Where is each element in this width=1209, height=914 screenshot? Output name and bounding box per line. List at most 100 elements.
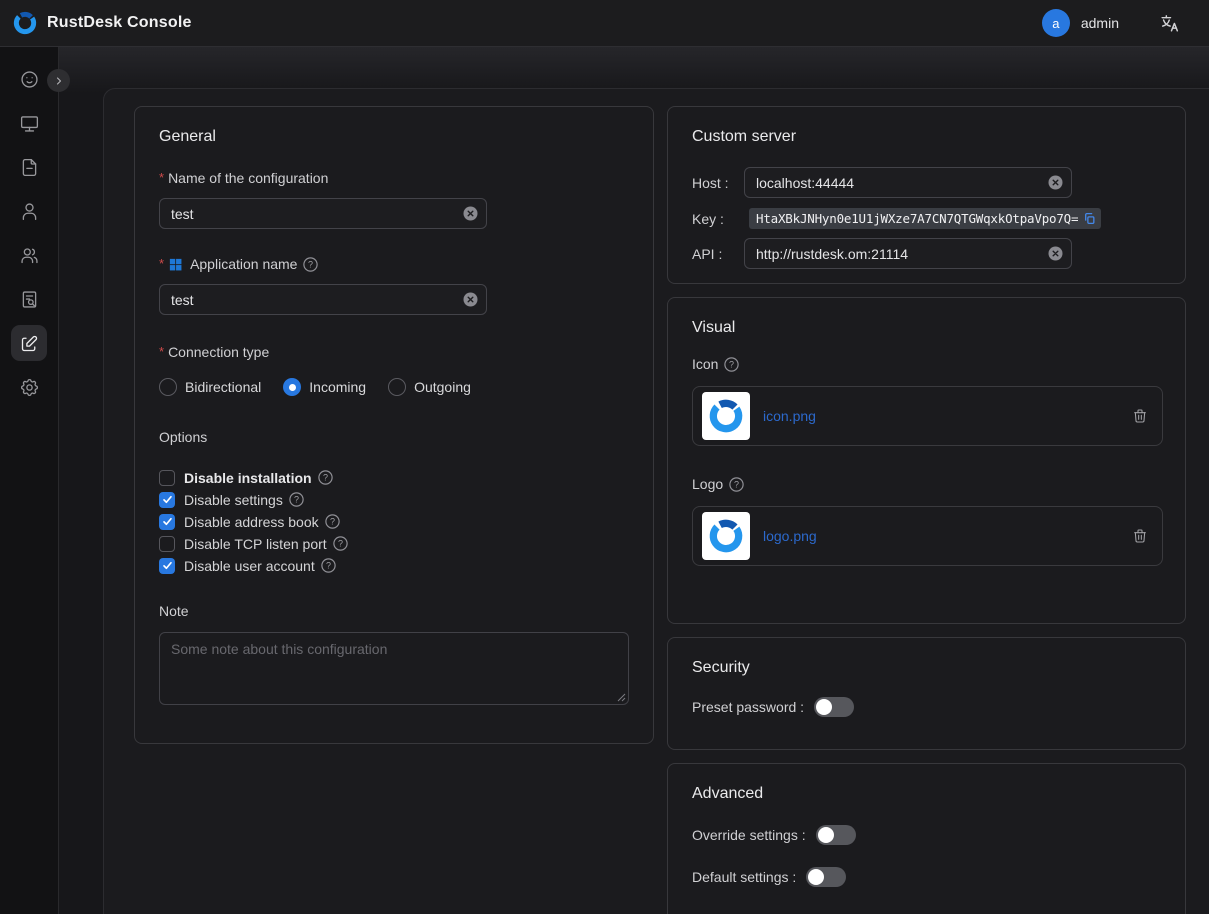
- help-icon[interactable]: ?: [318, 470, 333, 485]
- audit-log-icon: [19, 289, 40, 310]
- checkbox[interactable]: [159, 536, 175, 552]
- radio-outgoing[interactable]: Outgoing: [388, 378, 471, 396]
- clear-circle-icon: [463, 206, 478, 221]
- sidebar-item-audit[interactable]: [7, 277, 51, 321]
- host-field: [744, 167, 1072, 198]
- help-icon[interactable]: ?: [289, 492, 304, 507]
- clear-name-button[interactable]: [463, 206, 478, 221]
- radio-circle[interactable]: [159, 378, 177, 396]
- required-asterisk: *: [159, 170, 164, 183]
- help-icon[interactable]: ?: [729, 477, 744, 492]
- help-icon[interactable]: ?: [325, 514, 340, 529]
- resize-handle-icon[interactable]: [617, 693, 626, 702]
- app-name-label: * Application name ?: [159, 256, 629, 273]
- host-row: Host :: [692, 167, 1161, 198]
- host-input[interactable]: [744, 167, 1072, 198]
- username[interactable]: admin: [1081, 15, 1119, 31]
- language-switch-button[interactable]: [1159, 12, 1181, 34]
- override-settings-row: Override settings :: [692, 825, 1161, 845]
- copy-key-button[interactable]: [1083, 212, 1096, 225]
- preset-password-toggle[interactable]: [814, 697, 854, 717]
- checkbox[interactable]: [159, 492, 175, 508]
- app-name-input[interactable]: [159, 284, 487, 315]
- help-icon[interactable]: ?: [333, 536, 348, 551]
- option-disable-tcp-listen-port[interactable]: Disable TCP listen port ?: [159, 535, 629, 552]
- sidebar-expand-button[interactable]: [47, 69, 70, 92]
- icon-label: Icon ?: [692, 356, 1161, 373]
- sidebar-item-welcome[interactable]: [7, 57, 51, 101]
- name-config-label: * Name of the configuration: [159, 170, 629, 187]
- translate-icon: [1159, 12, 1181, 34]
- logo-file-link[interactable]: logo.png: [763, 528, 817, 544]
- app-name-field: [159, 284, 487, 315]
- brand: RustDesk Console: [12, 10, 192, 36]
- option-disable-installation[interactable]: Disable installation ?: [159, 469, 629, 486]
- note-label: Note: [159, 603, 629, 620]
- logo-thumbnail: [702, 512, 750, 560]
- document-icon: [19, 157, 40, 178]
- chevron-right-icon: [53, 75, 65, 87]
- trash-icon: [1132, 408, 1148, 424]
- icon-file-row: icon.png: [692, 386, 1163, 446]
- sidebar-item-groups[interactable]: [7, 233, 51, 277]
- radio-circle[interactable]: [283, 378, 301, 396]
- key-chip: HtaXBkJNHyn0e1U1jWXze7A7CN7QTGWqxkOtpaVp…: [749, 208, 1101, 229]
- edit-config-icon: [19, 333, 40, 354]
- monitor-icon: [19, 113, 40, 134]
- clear-app-name-button[interactable]: [463, 292, 478, 307]
- name-config-field: [159, 198, 487, 229]
- sidebar-item-custom-client[interactable]: [7, 321, 51, 365]
- required-asterisk: *: [159, 256, 164, 269]
- general-title: General: [159, 127, 629, 147]
- clear-circle-icon: [1048, 246, 1063, 261]
- default-settings-toggle[interactable]: [806, 867, 846, 887]
- help-icon[interactable]: ?: [321, 558, 336, 573]
- check-icon: [162, 560, 173, 571]
- sidebar-item-sessions[interactable]: [7, 145, 51, 189]
- avatar[interactable]: a: [1042, 9, 1070, 37]
- help-icon[interactable]: ?: [303, 257, 318, 272]
- sidebar-item-settings[interactable]: [7, 365, 51, 409]
- option-disable-address-book[interactable]: Disable address book ?: [159, 513, 629, 530]
- custom-server-card: Custom server Host : Key : HtaXBkJNHy: [667, 106, 1186, 284]
- check-icon: [162, 516, 173, 527]
- clear-api-button[interactable]: [1048, 246, 1063, 261]
- sidebar-item-users[interactable]: [7, 189, 51, 233]
- api-field: [744, 238, 1072, 269]
- clear-circle-icon: [1048, 175, 1063, 190]
- name-config-input[interactable]: [159, 198, 487, 229]
- custom-server-title: Custom server: [692, 127, 1161, 147]
- user-icon: [19, 201, 40, 222]
- api-row: API :: [692, 238, 1161, 269]
- radio-incoming[interactable]: Incoming: [283, 378, 366, 396]
- key-label: Key :: [692, 211, 744, 227]
- delete-icon-button[interactable]: [1132, 408, 1148, 424]
- security-title: Security: [692, 658, 1161, 678]
- checkbox[interactable]: [159, 470, 175, 486]
- security-card: Security Preset password :: [667, 637, 1186, 750]
- delete-logo-button[interactable]: [1132, 528, 1148, 544]
- option-disable-user-account[interactable]: Disable user account ?: [159, 557, 629, 574]
- api-input[interactable]: [744, 238, 1072, 269]
- radio-circle[interactable]: [388, 378, 406, 396]
- help-icon[interactable]: ?: [724, 357, 739, 372]
- svg-text:?: ?: [729, 360, 734, 370]
- connection-type-radios: Bidirectional Incoming Outgoing: [159, 378, 629, 396]
- smiley-icon: [19, 69, 40, 90]
- option-disable-settings[interactable]: Disable settings ?: [159, 491, 629, 508]
- clear-host-button[interactable]: [1048, 175, 1063, 190]
- advanced-title: Advanced: [692, 784, 1161, 804]
- sidebar-item-devices[interactable]: [7, 101, 51, 145]
- app-title: RustDesk Console: [47, 14, 192, 32]
- logo-file-row: logo.png: [692, 506, 1163, 566]
- icon-file-link[interactable]: icon.png: [763, 408, 816, 424]
- advanced-card: Advanced Override settings : Default set…: [667, 763, 1186, 914]
- svg-text:?: ?: [294, 495, 299, 505]
- sidebar: [0, 47, 59, 914]
- settings-icon: [19, 377, 40, 398]
- radio-bidirectional[interactable]: Bidirectional: [159, 378, 261, 396]
- checkbox[interactable]: [159, 514, 175, 530]
- checkbox[interactable]: [159, 558, 175, 574]
- override-settings-toggle[interactable]: [816, 825, 856, 845]
- note-textarea[interactable]: [159, 632, 629, 705]
